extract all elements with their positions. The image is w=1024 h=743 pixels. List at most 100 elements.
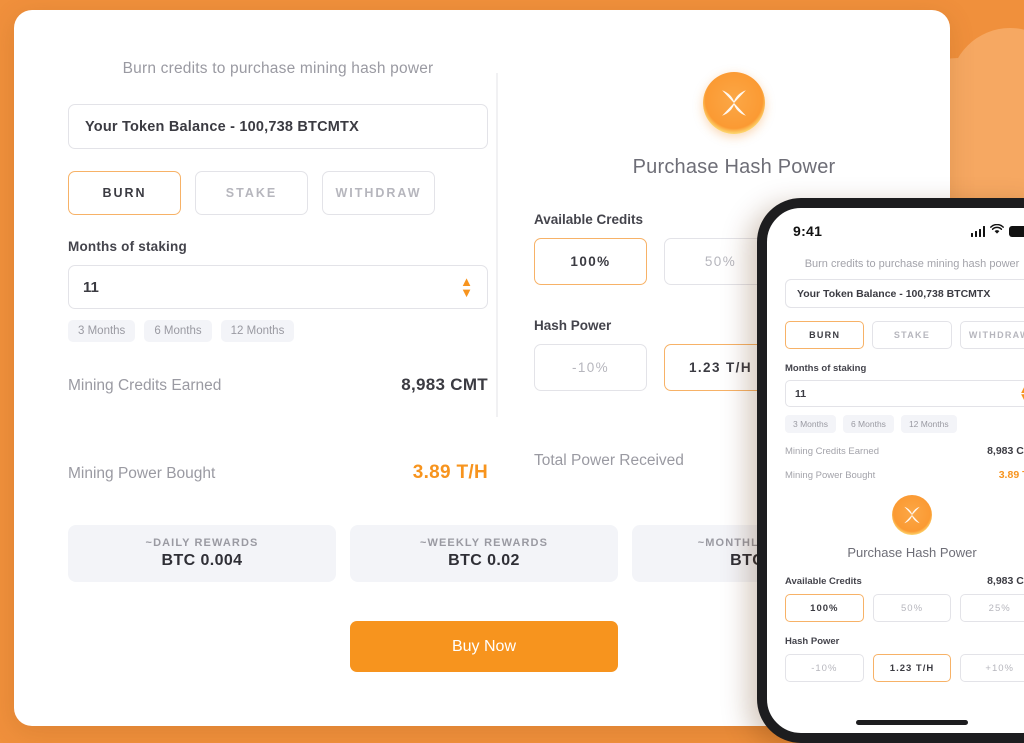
mining-credits-row: Mining Credits Earned 8,983 CMT bbox=[68, 375, 488, 395]
months-stepper[interactable]: 11 ▲ ▼ bbox=[68, 265, 488, 309]
phone-chip-3-months[interactable]: 3 Months bbox=[785, 415, 836, 433]
months-value: 11 bbox=[83, 278, 99, 296]
buy-now-button[interactable]: Buy Now bbox=[350, 621, 618, 672]
panel-subtitle: Burn credits to purchase mining hash pow… bbox=[122, 60, 434, 77]
phone-hash-option-current-label: 1.23 T/H bbox=[889, 662, 935, 674]
reward-weekly-value: BTC 0.02 bbox=[448, 552, 520, 569]
phone-mining-credits-row: Mining Credits Earned 8,983 CMT bbox=[785, 445, 1024, 457]
phone-credit-option-100[interactable]: 100% bbox=[785, 594, 864, 622]
phone-months-label: Months of staking bbox=[785, 363, 867, 374]
phone-logo-container bbox=[785, 495, 1024, 535]
phone-purchase-title: Purchase Hash Power bbox=[847, 545, 977, 560]
tab-burn-label: BURN bbox=[102, 186, 147, 200]
phone-available-credits-row: Available Credits 8,983 CMT bbox=[785, 575, 1024, 587]
reward-weekly-label: ~WEEKLY REWARDS bbox=[419, 537, 549, 549]
phone-action-tabs: BURN STAKE WITHDRAW bbox=[785, 321, 1024, 349]
phone-months-stepper[interactable]: 11 ▲ ▼ bbox=[785, 380, 1024, 407]
phone-token-balance-field[interactable]: Your Token Balance - 100,738 BTCMTX bbox=[785, 279, 1024, 308]
chevron-down-icon[interactable]: ▼ bbox=[460, 285, 473, 299]
phone-mining-credits-value: 8,983 CMT bbox=[987, 445, 1024, 457]
phone-tab-burn[interactable]: BURN bbox=[785, 321, 865, 349]
phone-hash-option-minus-10-label: -10% bbox=[811, 662, 838, 674]
wifi-icon bbox=[990, 222, 1004, 240]
cellular-signal-icon bbox=[970, 225, 985, 237]
purchase-title: Purchase Hash Power bbox=[632, 156, 836, 178]
token-balance-field[interactable]: Your Token Balance - 100,738 BTCMTX bbox=[68, 104, 488, 149]
phone-token-balance-value: Your Token Balance - 100,738 BTCMTX bbox=[797, 287, 991, 300]
reward-card-daily: ~DAILY REWARDS BTC 0.004 bbox=[68, 525, 336, 582]
mining-power-row: Mining Power Bought 3.89 T/H bbox=[68, 462, 488, 484]
app-root: Burn credits to purchase mining hash pow… bbox=[0, 0, 1024, 743]
phone-hash-option-current[interactable]: 1.23 T/H bbox=[872, 654, 952, 682]
tab-stake-label: STAKE bbox=[225, 186, 278, 200]
phone-mining-power-label: Mining Power Bought bbox=[785, 470, 876, 481]
phone-credit-option-25[interactable]: 25% bbox=[960, 594, 1024, 622]
phone-tab-withdraw[interactable]: WITHDRAW bbox=[959, 321, 1024, 349]
btcmtx-coin-icon bbox=[703, 72, 765, 134]
burn-panel: Burn credits to purchase mining hash pow… bbox=[68, 60, 488, 484]
phone-chevron-down-icon[interactable]: ▼ bbox=[1019, 392, 1024, 402]
phone-mining-power-row: Mining Power Bought 3.89 T/H bbox=[785, 469, 1024, 481]
month-preset-chips: 3 Months 6 Months 12 Months bbox=[68, 320, 488, 342]
reward-daily-value: BTC 0.004 bbox=[161, 552, 243, 569]
phone-mining-credits-label: Mining Credits Earned bbox=[785, 446, 879, 457]
logo-container bbox=[534, 72, 934, 134]
phone-hash-option-plus-10-label: +10% bbox=[985, 662, 1014, 674]
panel-divider bbox=[496, 73, 498, 417]
phone-hash-power-label: Hash Power bbox=[785, 636, 840, 647]
phone-screen-body: Burn credits to purchase mining hash pow… bbox=[767, 244, 1024, 682]
tab-withdraw-label: WITHDRAW bbox=[335, 186, 422, 200]
phone-hash-option-plus-10[interactable]: +10% bbox=[960, 654, 1024, 682]
phone-available-credits-value: 8,983 CMT bbox=[987, 575, 1024, 587]
phone-months-value: 11 bbox=[795, 387, 807, 400]
mining-credits-value: 8,983 CMT bbox=[401, 375, 488, 394]
status-time: 9:41 bbox=[793, 223, 823, 239]
phone-status-bar: 9:41 bbox=[767, 208, 1024, 244]
phone-credit-options: 100% 50% 25% bbox=[785, 594, 1024, 622]
phone-chip-12-months[interactable]: 12 Months bbox=[900, 415, 957, 433]
tab-withdraw[interactable]: WITHDRAW bbox=[322, 171, 435, 215]
reward-daily-label: ~DAILY REWARDS bbox=[145, 537, 259, 549]
phone-tab-stake-label: STAKE bbox=[893, 330, 931, 340]
phone-chip-6-months[interactable]: 6 Months bbox=[842, 415, 894, 433]
phone-hash-options: -10% 1.23 T/H +10% bbox=[785, 654, 1024, 682]
chip-3-months[interactable]: 3 Months bbox=[68, 320, 136, 342]
phone-tab-burn-label: BURN bbox=[809, 330, 841, 340]
mining-power-value: 3.89 T/H bbox=[412, 462, 488, 483]
mining-credits-label: Mining Credits Earned bbox=[68, 377, 222, 394]
reward-card-weekly: ~WEEKLY REWARDS BTC 0.02 bbox=[350, 525, 618, 582]
hash-option-minus-10[interactable]: -10% bbox=[534, 344, 647, 391]
phone-credit-option-50[interactable]: 50% bbox=[872, 594, 952, 622]
phone-month-chips: 3 Months 6 Months 12 Months bbox=[785, 415, 1024, 433]
phone-stepper-arrows[interactable]: ▲ ▼ bbox=[1019, 385, 1024, 402]
phone-mockup: 9:41 Burn credits to purchase mining has… bbox=[757, 198, 1024, 743]
credit-option-50-label: 50% bbox=[704, 254, 737, 269]
chip-12-months[interactable]: 12 Months bbox=[220, 320, 295, 342]
phone-btcmtx-coin-icon bbox=[892, 495, 932, 535]
tab-burn[interactable]: BURN bbox=[68, 171, 181, 215]
background-blob-right bbox=[950, 28, 1024, 198]
hash-option-current-label: 1.23 T/H bbox=[689, 360, 752, 375]
tab-stake[interactable]: STAKE bbox=[195, 171, 308, 215]
months-of-staking-label: Months of staking bbox=[68, 239, 187, 254]
credit-option-100-label: 100% bbox=[570, 254, 611, 269]
phone-home-indicator bbox=[856, 720, 968, 725]
credit-option-100[interactable]: 100% bbox=[534, 238, 647, 285]
phone-credit-option-100-label: 100% bbox=[810, 602, 839, 614]
status-icons bbox=[970, 222, 1024, 240]
phone-credit-option-25-label: 25% bbox=[988, 602, 1011, 614]
phone-hash-option-minus-10[interactable]: -10% bbox=[785, 654, 864, 682]
token-balance-value: Your Token Balance - 100,738 BTCMTX bbox=[85, 118, 359, 135]
phone-tab-withdraw-label: WITHDRAW bbox=[968, 330, 1024, 340]
battery-icon bbox=[1009, 225, 1024, 237]
phone-tab-stake[interactable]: STAKE bbox=[872, 321, 952, 349]
mining-power-label: Mining Power Bought bbox=[68, 465, 216, 482]
phone-mining-power-value: 3.89 T/H bbox=[998, 469, 1024, 481]
hash-option-minus-10-label: -10% bbox=[571, 360, 610, 375]
phone-subtitle: Burn credits to purchase mining hash pow… bbox=[804, 258, 1020, 270]
stepper-arrows[interactable]: ▲ ▼ bbox=[460, 275, 473, 299]
chip-6-months[interactable]: 6 Months bbox=[144, 320, 212, 342]
phone-credit-option-50-label: 50% bbox=[901, 602, 924, 614]
action-tabs: BURN STAKE WITHDRAW bbox=[68, 171, 488, 215]
phone-available-credits-label: Available Credits bbox=[785, 576, 862, 587]
